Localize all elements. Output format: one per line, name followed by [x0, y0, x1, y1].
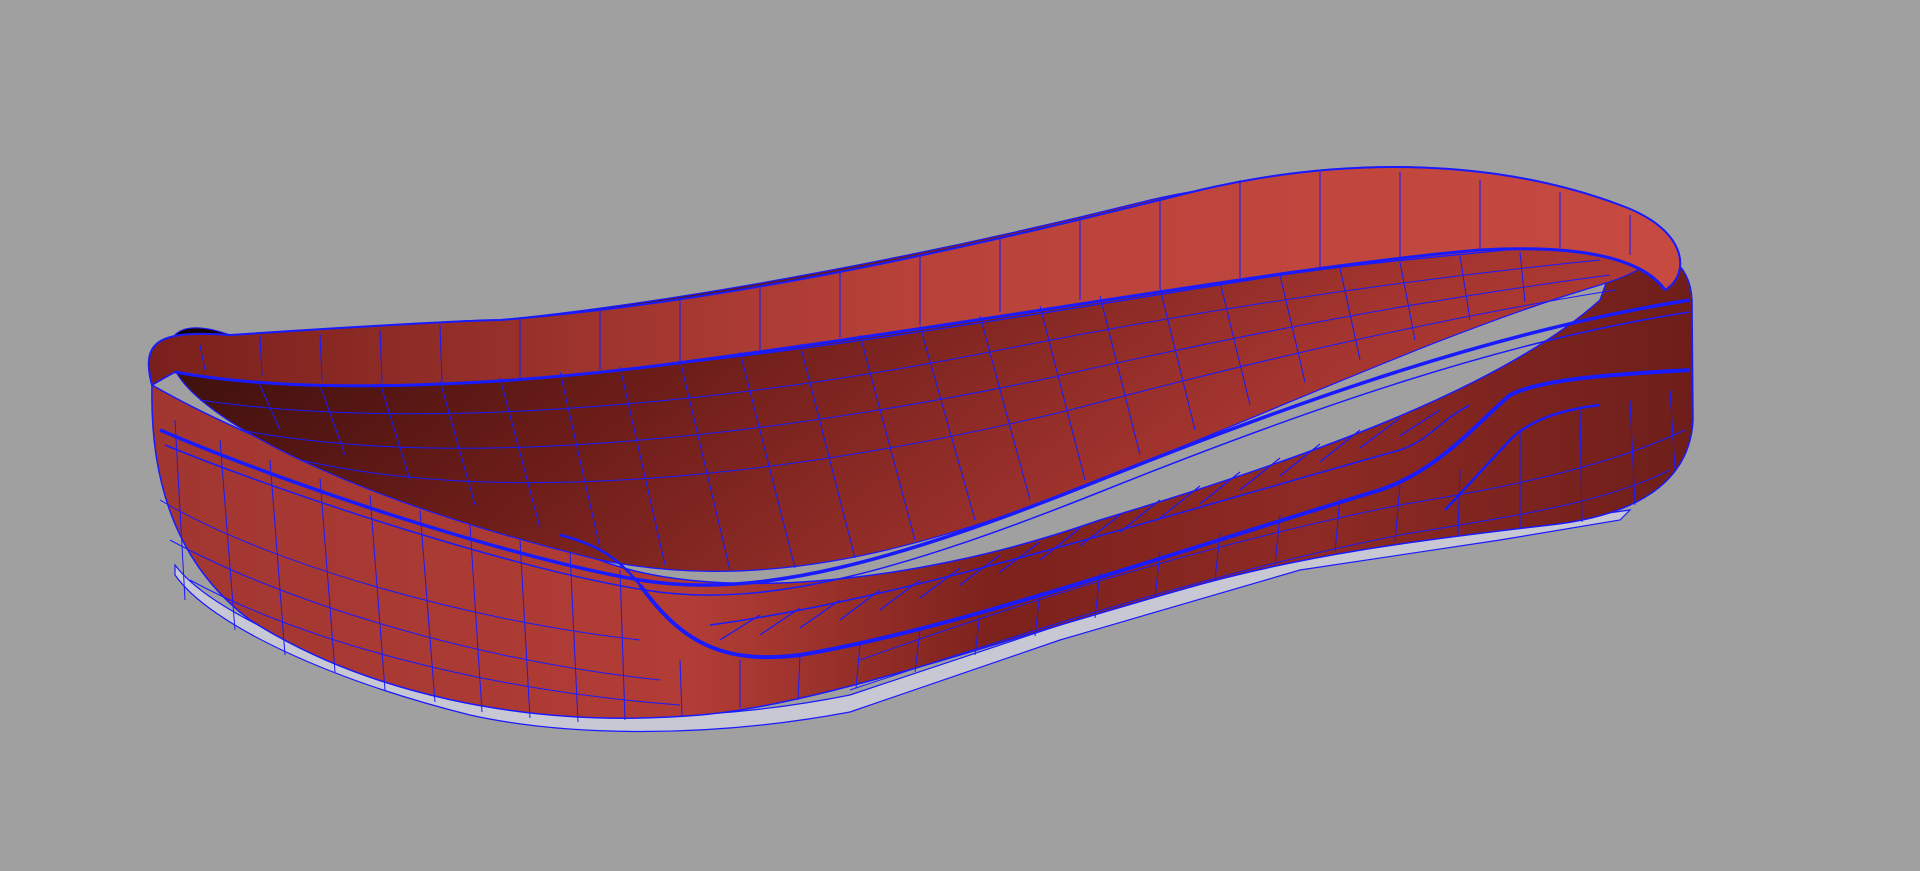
3d-viewport[interactable]	[0, 0, 1920, 871]
viewport-canvas[interactable]	[0, 0, 1920, 871]
